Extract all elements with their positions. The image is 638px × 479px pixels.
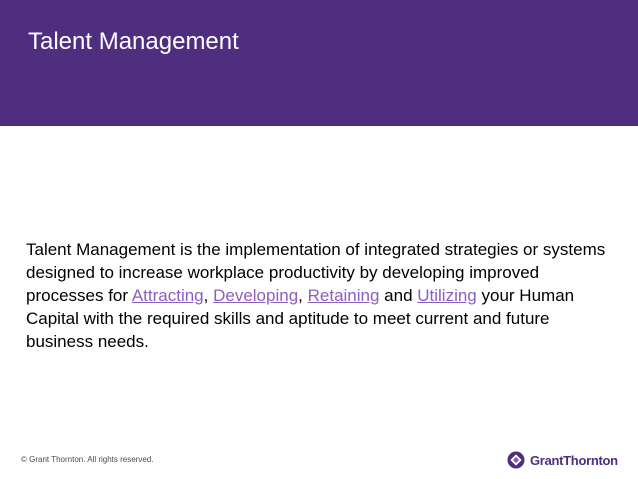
- logo-wordmark: GrantThornton: [530, 452, 618, 468]
- body-paragraph: Talent Management is the implementation …: [26, 238, 606, 353]
- separator: and: [379, 286, 418, 305]
- separator: ,: [203, 286, 214, 305]
- slide-title: Talent Management: [28, 28, 239, 55]
- link-attracting[interactable]: Attracting: [132, 286, 204, 305]
- grant-thornton-mark-icon: [507, 451, 525, 469]
- slide-header: Talent Management: [0, 0, 638, 126]
- company-logo: GrantThornton: [507, 450, 618, 470]
- footer-copyright: © Grant Thornton. All rights reserved.: [21, 455, 154, 464]
- link-developing[interactable]: Developing: [213, 286, 298, 305]
- link-retaining[interactable]: Retaining: [308, 286, 380, 305]
- separator: ,: [298, 286, 308, 305]
- link-utilizing[interactable]: Utilizing: [417, 286, 477, 305]
